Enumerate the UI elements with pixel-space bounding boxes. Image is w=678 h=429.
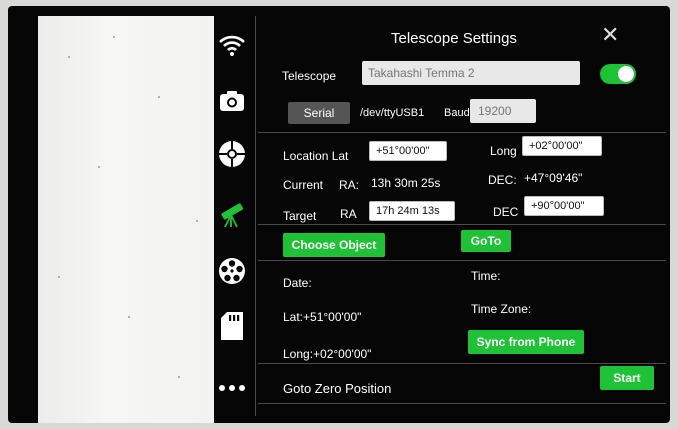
- goto-zero-label: Goto Zero Position: [283, 381, 392, 396]
- serial-button[interactable]: Serial: [288, 102, 350, 124]
- target-ra-field[interactable]: 17h 24m 13s: [369, 201, 455, 221]
- camera-icon[interactable]: [212, 81, 252, 121]
- current-ra-label: RA:: [339, 178, 360, 192]
- baud-input[interactable]: [470, 99, 536, 123]
- long-field[interactable]: +02°00'00": [522, 136, 602, 156]
- telescope-toggle[interactable]: [600, 64, 636, 84]
- divider: [258, 132, 666, 133]
- target-ra-label: RA: [340, 207, 357, 221]
- start-button[interactable]: Start: [600, 366, 654, 390]
- lat-text: Lat:+51°00'00": [283, 310, 362, 324]
- divider: [258, 403, 666, 404]
- wifi-icon[interactable]: [212, 26, 252, 66]
- filter-wheel-icon[interactable]: [212, 251, 252, 291]
- device-screen: Telescope Settings ✕ Telescope Serial /d…: [8, 6, 670, 423]
- telescope-input[interactable]: [362, 61, 580, 85]
- telescope-settings-panel: Telescope Settings ✕ Telescope Serial /d…: [256, 6, 670, 423]
- crosshair-icon[interactable]: [212, 134, 252, 174]
- goto-button[interactable]: GoTo: [461, 230, 511, 252]
- divider: [258, 224, 666, 225]
- sd-card-icon[interactable]: [212, 306, 252, 346]
- page-title: Telescope Settings: [391, 30, 517, 47]
- more-icon[interactable]: [212, 368, 252, 408]
- target-dec-label: DEC: [493, 205, 519, 219]
- long-text: Long:+02°00'00": [283, 347, 372, 361]
- toggle-knob: [618, 66, 634, 82]
- location-lat-field[interactable]: +51°00'00": [369, 141, 447, 161]
- telescope-label: Telescope: [282, 69, 337, 83]
- divider: [258, 363, 666, 364]
- target-dec-field[interactable]: +90°00'00": [524, 196, 604, 216]
- close-icon[interactable]: ✕: [601, 22, 619, 48]
- port-path: /dev/ttyUSB1: [360, 107, 425, 119]
- divider: [258, 260, 666, 261]
- sync-from-phone-button[interactable]: Sync from Phone: [468, 330, 584, 354]
- choose-object-button[interactable]: Choose Object: [283, 233, 385, 257]
- current-dec-value: +47°09'46": [524, 171, 583, 185]
- current-label: Current: [283, 178, 324, 192]
- telescope-icon[interactable]: [212, 194, 252, 234]
- baud-label: Baud: [444, 107, 470, 119]
- location-lat-label: Location Lat: [283, 149, 349, 163]
- timezone-label: Time Zone:: [471, 302, 532, 316]
- side-toolbar: [208, 6, 256, 423]
- time-label: Time:: [471, 269, 501, 283]
- current-dec-label: DEC:: [488, 173, 517, 187]
- long-label: Long: [490, 144, 517, 158]
- current-ra-value: 13h 30m 25s: [371, 176, 441, 190]
- target-label: Target: [283, 209, 317, 223]
- camera-preview: [38, 16, 214, 423]
- date-label: Date:: [283, 276, 312, 290]
